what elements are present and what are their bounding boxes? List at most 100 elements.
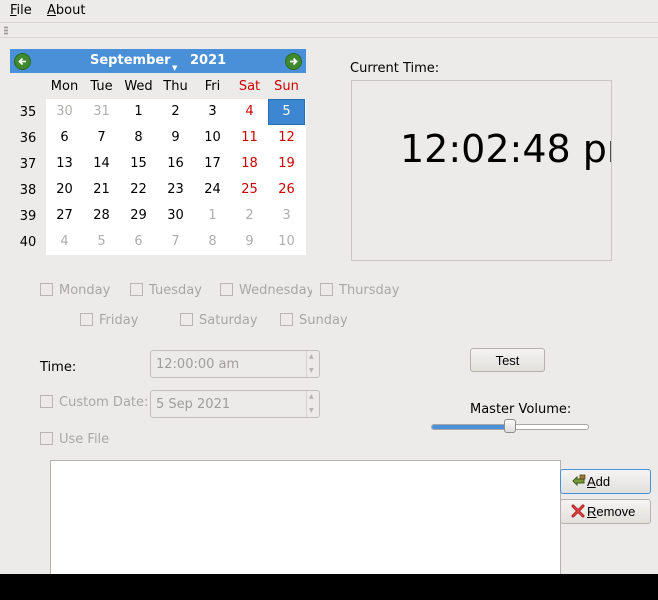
checkbox-custom-date[interactable]: Custom Date: — [40, 395, 148, 410]
calendar-day[interactable]: 4 — [231, 99, 268, 125]
checkbox-label: Wednesday — [239, 283, 312, 298]
date-spin-arrows[interactable]: ▲ ▼ — [306, 391, 319, 417]
calendar-day[interactable]: 7 — [83, 125, 120, 151]
month-dropdown-icon[interactable]: ▼ — [172, 64, 177, 72]
app-window: File About September ▼ 2021 Mon Tue Wed Thu… — [0, 0, 658, 574]
next-month-button[interactable] — [285, 53, 302, 70]
test-button[interactable]: Test — [470, 348, 545, 372]
checkbox-saturday[interactable]: Saturday — [180, 313, 258, 328]
calendar-day[interactable]: 20 — [46, 177, 83, 203]
calendar-day[interactable]: 7 — [157, 229, 194, 255]
add-button[interactable]: Add — [560, 469, 651, 494]
checkbox-label: Use File — [59, 432, 110, 447]
time-spin-arrows[interactable]: ▲ ▼ — [306, 351, 319, 377]
calendar-day[interactable]: 21 — [83, 177, 120, 203]
calendar-day[interactable]: 19 — [268, 151, 305, 177]
checkbox-label: Tuesday — [149, 283, 202, 298]
custom-date-spinbox[interactable]: 5 Sep 2021 ▲ ▼ — [150, 390, 320, 418]
calendar-day[interactable]: 18 — [231, 151, 268, 177]
prev-month-button[interactable] — [14, 53, 31, 70]
checkbox-thursday[interactable]: Thursday — [320, 283, 399, 298]
calendar-day[interactable]: 2 — [157, 99, 194, 125]
calendar-day[interactable]: 15 — [120, 151, 157, 177]
checkbox-monday[interactable]: Monday — [40, 283, 110, 298]
checkbox-tuesday[interactable]: Tuesday — [130, 283, 202, 298]
checkbox-label: Thursday — [339, 283, 400, 298]
time-value: 12:00:00 am — [156, 357, 240, 372]
calendar-day[interactable]: 23 — [157, 177, 194, 203]
calendar-day[interactable]: 9 — [231, 229, 268, 255]
calendar-day[interactable]: 27 — [46, 203, 83, 229]
calendar: September ▼ 2021 Mon Tue Wed Thu Fri Sat Sun 3… — [10, 49, 306, 255]
calendar-day[interactable]: 25 — [231, 177, 268, 203]
current-time-label: Current Time: — [350, 61, 440, 76]
calendar-day[interactable]: 8 — [194, 229, 231, 255]
toolbar-grip[interactable] — [0, 23, 658, 38]
menu-about[interactable]: About — [47, 3, 85, 18]
checkbox-box — [180, 313, 193, 326]
checkbox-friday[interactable]: Friday — [80, 313, 138, 328]
calendar-day[interactable]: 10 — [194, 125, 231, 151]
calendar-day[interactable]: 6 — [120, 229, 157, 255]
calendar-day[interactable]: 12 — [268, 125, 305, 151]
checkbox-box — [40, 283, 53, 296]
calendar-day[interactable]: 6 — [46, 125, 83, 151]
calendar-month[interactable]: September — [90, 53, 171, 68]
checkbox-label: Monday — [59, 283, 111, 298]
time-label: Time: — [40, 360, 77, 375]
calendar-day[interactable]: 14 — [83, 151, 120, 177]
remove-button[interactable]: Remove — [560, 499, 651, 524]
calendar-day[interactable]: 17 — [194, 151, 231, 177]
remove-button-label: Remove — [587, 504, 636, 519]
calendar-day[interactable]: 13 — [46, 151, 83, 177]
checkbox-sunday[interactable]: Sunday — [280, 313, 348, 328]
calendar-day[interactable]: 4 — [46, 229, 83, 255]
checkbox-use-file[interactable]: Use File — [40, 432, 109, 447]
weekday-header: Sun — [274, 79, 299, 94]
time-spinbox[interactable]: 12:00:00 am ▲ ▼ — [150, 350, 320, 378]
calendar-day[interactable]: 2 — [231, 203, 268, 229]
checkbox-box — [280, 313, 293, 326]
add-icon — [571, 474, 587, 491]
volume-fill — [432, 425, 510, 429]
calendar-day[interactable]: 30 — [157, 203, 194, 229]
calendar-day[interactable]: 28 — [83, 203, 120, 229]
calendar-day[interactable]: 11 — [231, 125, 268, 151]
calendar-day[interactable]: 29 — [120, 203, 157, 229]
file-list[interactable] — [50, 460, 561, 574]
checkbox-label: Saturday — [199, 313, 258, 328]
calendar-day[interactable]: 5 — [83, 229, 120, 255]
calendar-day[interactable]: 3 — [268, 203, 305, 229]
weekday-header: Mon — [50, 79, 79, 94]
calendar-day[interactable]: 10 — [268, 229, 305, 255]
calendar-day[interactable]: 1 — [120, 99, 157, 125]
week-number: 37 — [19, 157, 37, 172]
custom-date-value: 5 Sep 2021 — [156, 397, 231, 412]
calendar-day[interactable]: 8 — [120, 125, 157, 151]
volume-slider[interactable] — [431, 419, 589, 433]
volume-thumb[interactable] — [504, 419, 516, 433]
calendar-day[interactable]: 31 — [83, 99, 120, 125]
checkbox-box — [40, 395, 53, 408]
calendar-day[interactable]: 22 — [120, 177, 157, 203]
menu-file[interactable]: File — [10, 3, 32, 18]
calendar-day[interactable]: 16 — [157, 151, 194, 177]
weekday-header: Sat — [238, 79, 261, 94]
calendar-day[interactable]: 30 — [46, 99, 83, 125]
spin-up-icon: ▲ — [309, 353, 314, 360]
calendar-day[interactable]: 3 — [194, 99, 231, 125]
arrow-left-icon — [18, 57, 26, 66]
remove-x-icon — [571, 504, 585, 521]
checkbox-wednesday[interactable]: Wednesday — [220, 283, 312, 298]
calendar-week-numbers: 35 36 37 38 39 40 — [10, 99, 46, 255]
week-number: 39 — [19, 209, 37, 224]
calendar-day-selected[interactable]: 5 — [268, 99, 305, 125]
calendar-day[interactable]: 9 — [157, 125, 194, 151]
week-number: 36 — [19, 131, 37, 146]
calendar-day[interactable]: 26 — [268, 177, 305, 203]
calendar-day[interactable]: 24 — [194, 177, 231, 203]
checkbox-box — [320, 283, 333, 296]
checkbox-label: Friday — [99, 313, 139, 328]
calendar-day[interactable]: 1 — [194, 203, 231, 229]
calendar-year[interactable]: 2021 — [190, 53, 226, 68]
